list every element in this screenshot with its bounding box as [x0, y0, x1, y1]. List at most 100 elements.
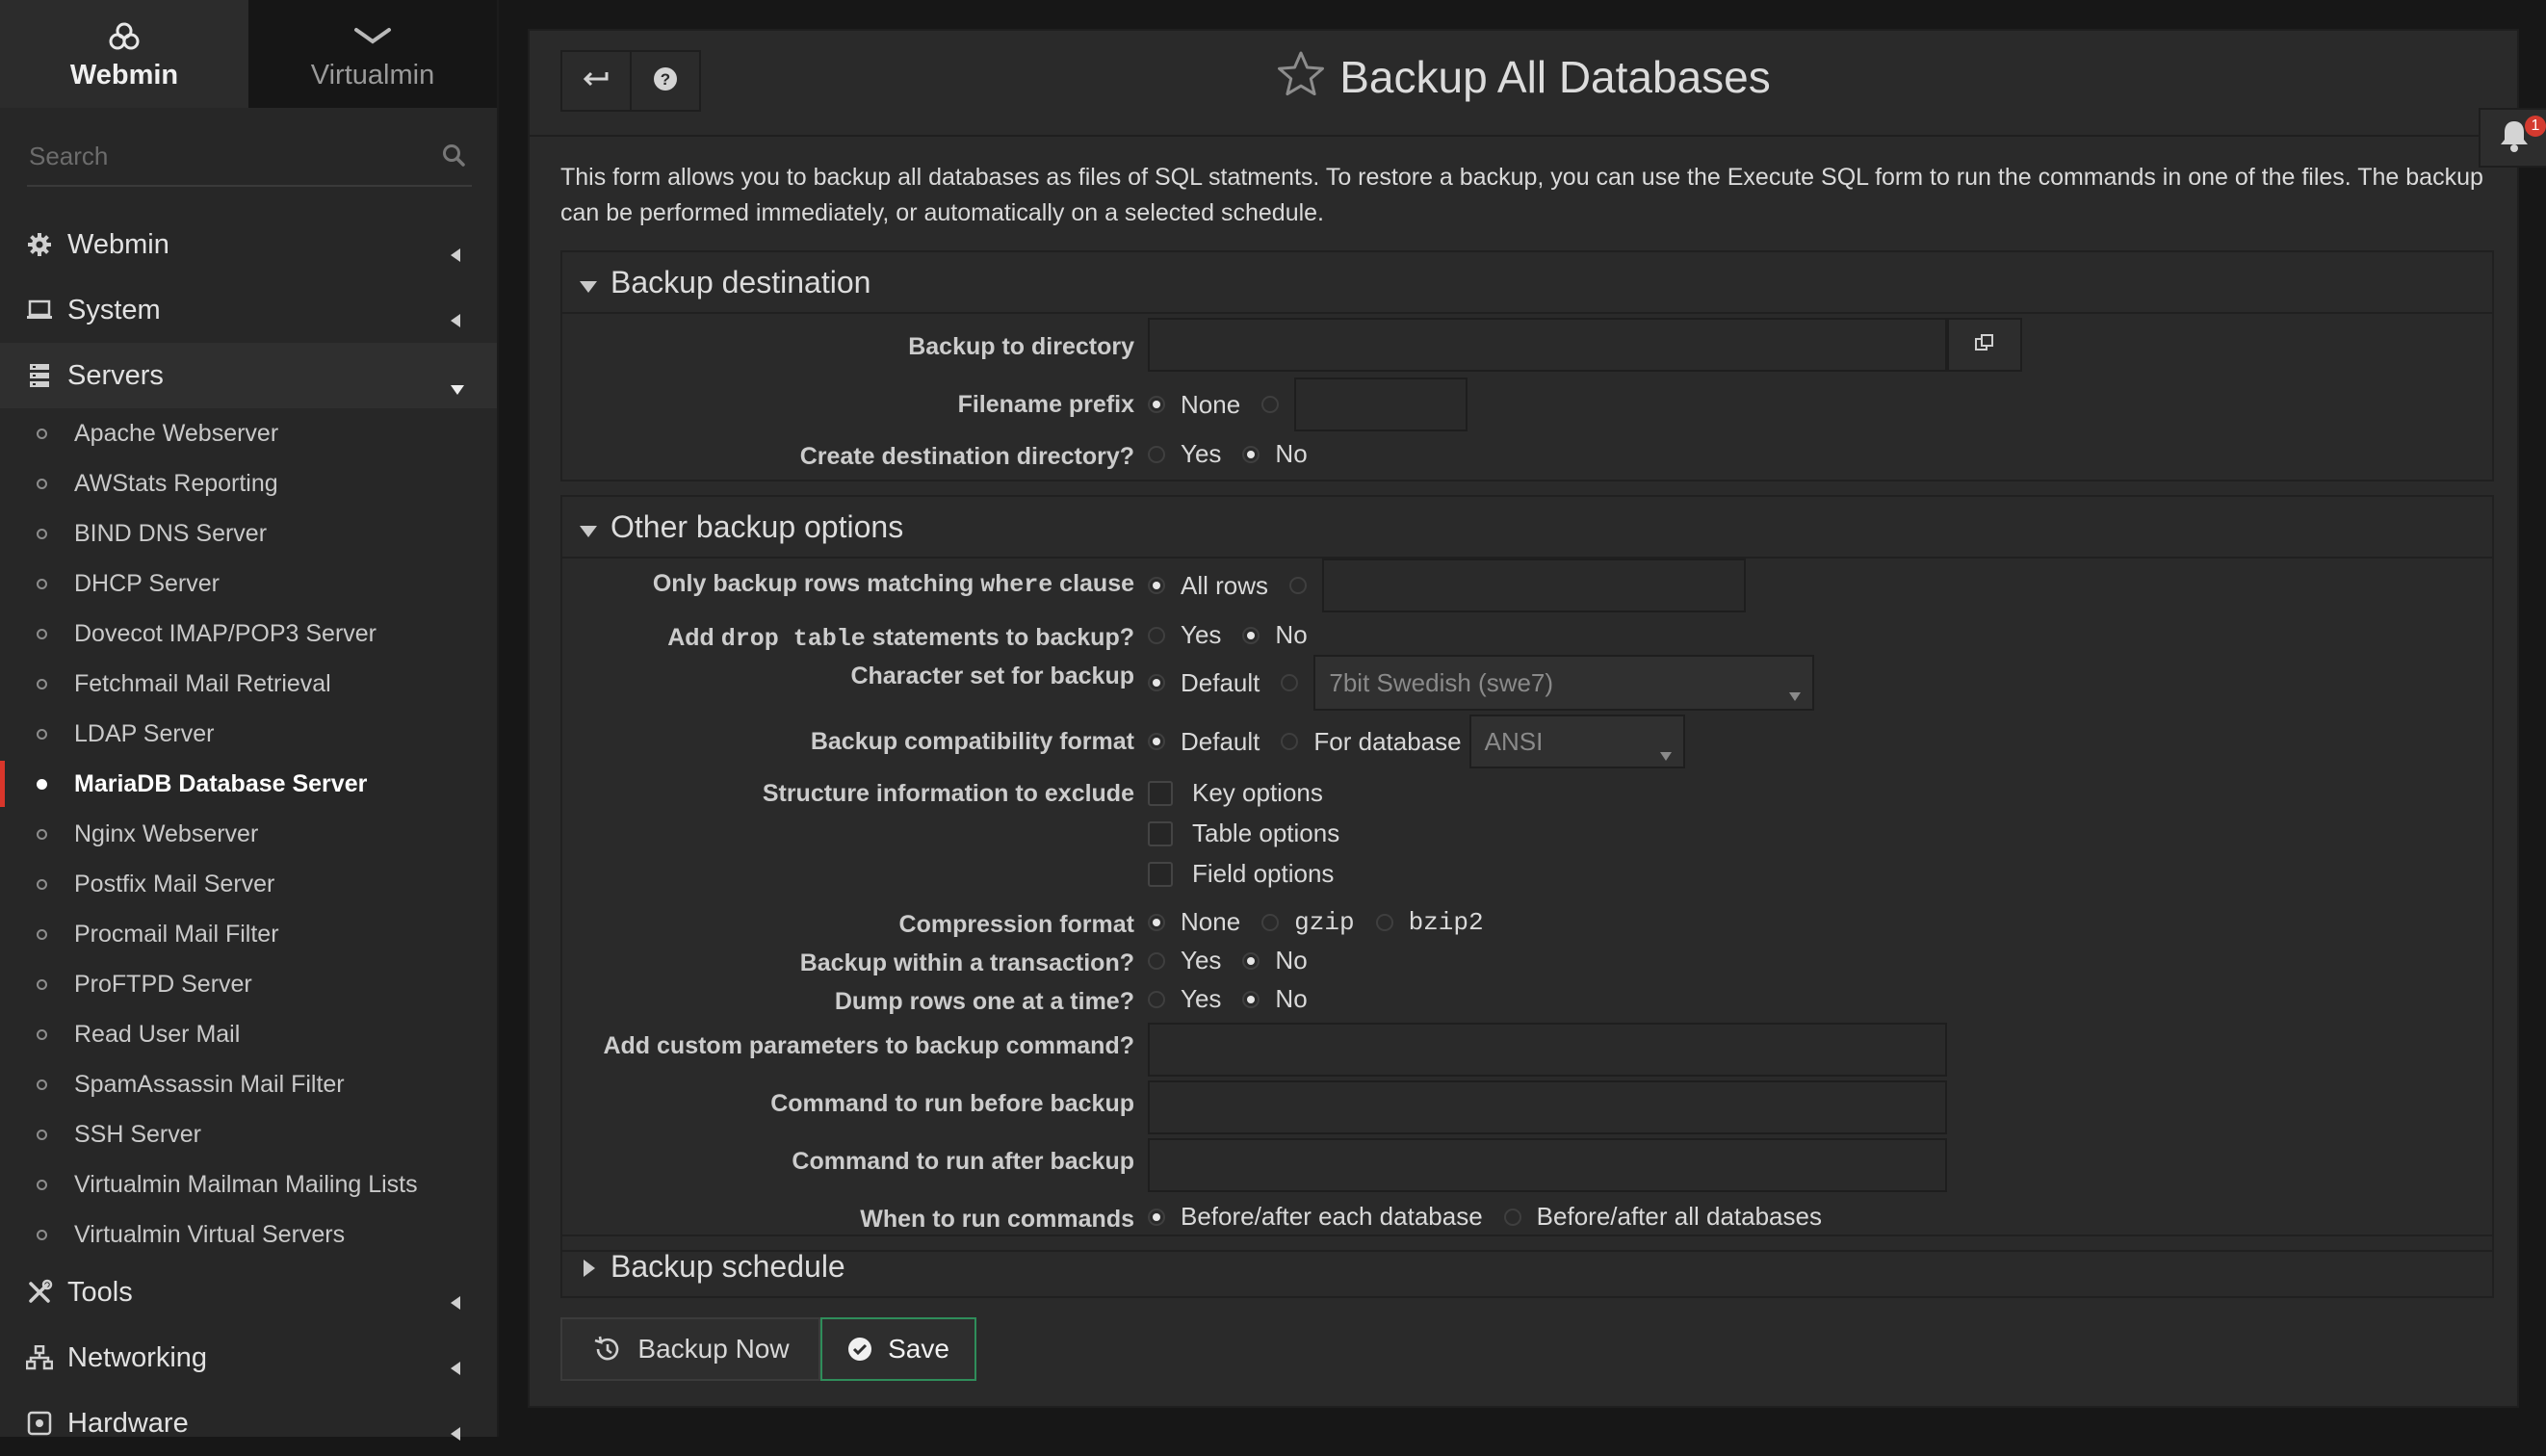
tab-virtualmin-label: Virtualmin	[310, 59, 435, 91]
tab-webmin[interactable]: Webmin	[0, 0, 248, 108]
sidebar-item-server[interactable]: Virtualmin Virtual Servers	[0, 1209, 497, 1260]
when-all-databases-radio[interactable]	[1503, 1208, 1521, 1226]
nav-category-servers[interactable]: Servers	[0, 343, 497, 408]
field-label: Structure information to exclude	[762, 780, 1134, 807]
after-command-input[interactable]	[1148, 1138, 1947, 1192]
sidebar-item-server[interactable]: Fetchmail Mail Retrieval	[0, 659, 497, 709]
caret-left-icon	[451, 1417, 460, 1448]
create-dir-no-radio[interactable]	[1242, 445, 1260, 463]
sidebar-item-server[interactable]: Postfix Mail Server	[0, 859, 497, 909]
nav-category-webmin[interactable]: Webmin	[0, 212, 497, 277]
sidebar-item-server[interactable]: Procmail Mail Filter	[0, 909, 497, 959]
bullet-icon	[37, 1079, 47, 1090]
sidebar-item-label: Virtualmin Mailman Mailing Lists	[74, 1170, 418, 1198]
create-dir-yes-radio[interactable]	[1148, 445, 1165, 463]
sidebar-item-server[interactable]: ProFTPD Server	[0, 959, 497, 1009]
compat-format-select[interactable]: ANSI	[1468, 715, 1685, 768]
notifications-button[interactable]: 1	[2479, 108, 2546, 168]
section-backup-destination: Backup destination Backup to directory F…	[560, 250, 2494, 481]
charset-custom-radio[interactable]	[1281, 674, 1299, 691]
prefix-none-radio[interactable]	[1148, 396, 1165, 413]
where-clause-input[interactable]	[1322, 559, 1747, 612]
sidebar-item-label: Fetchmail Mail Retrieval	[74, 669, 331, 697]
transaction-no-radio[interactable]	[1242, 951, 1260, 970]
sidebar-item-server[interactable]: Virtualmin Mailman Mailing Lists	[0, 1159, 497, 1209]
laptop-icon	[25, 299, 54, 321]
compression-none-radio[interactable]	[1148, 913, 1165, 931]
tab-virtualmin[interactable]: Virtualmin	[248, 0, 497, 108]
field-options-checkbox[interactable]	[1148, 861, 1173, 887]
sidebar-item-server[interactable]: Nginx Webserver	[0, 809, 497, 859]
bullet-icon	[37, 1129, 47, 1140]
caret-left-icon	[451, 303, 460, 335]
sidebar-item-label: AWStats Reporting	[74, 469, 278, 497]
nav-category-networking[interactable]: Networking	[0, 1325, 497, 1391]
radio-label: For database	[1313, 726, 1462, 756]
drop-table-no-radio[interactable]	[1242, 626, 1260, 644]
file-chooser-button[interactable]	[1947, 318, 2022, 372]
select-value: ANSI	[1484, 726, 1544, 756]
nav-category-hardware[interactable]: Hardware	[0, 1391, 497, 1456]
filename-prefix-input[interactable]	[1294, 377, 1468, 431]
dump-rows-no-radio[interactable]	[1242, 990, 1260, 1008]
check-circle-icon	[847, 1337, 872, 1362]
when-each-database-radio[interactable]	[1148, 1208, 1165, 1226]
where-all-rows-radio[interactable]	[1148, 577, 1165, 594]
tab-webmin-label: Webmin	[69, 59, 179, 91]
backup-now-button[interactable]: Backup Now	[560, 1317, 820, 1381]
radio-label: No	[1275, 620, 1308, 649]
favorite-star-icon[interactable]	[1276, 50, 1326, 103]
form-actions: Backup Now Save	[560, 1317, 976, 1381]
sidebar-item-server[interactable]: LDAP Server	[0, 709, 497, 759]
sidebar-item-label: MariaDB Database Server	[74, 769, 368, 797]
dump-rows-yes-radio[interactable]	[1148, 990, 1165, 1008]
bullet-icon	[37, 928, 47, 940]
prefix-custom-radio[interactable]	[1261, 396, 1280, 413]
charset-default-radio[interactable]	[1148, 674, 1165, 691]
sidebar-item-server[interactable]: AWStats Reporting	[0, 458, 497, 508]
compat-default-radio[interactable]	[1148, 733, 1165, 750]
sidebar-item-server[interactable]: Read User Mail	[0, 1009, 497, 1059]
key-options-checkbox[interactable]	[1148, 780, 1173, 806]
sidebar-item-server[interactable]: BIND DNS Server	[0, 508, 497, 559]
where-clause-radio[interactable]	[1289, 577, 1308, 594]
search-icon[interactable]	[441, 143, 466, 172]
sidebar-item-server[interactable]: Apache Webserver	[0, 408, 497, 458]
sidebar-item-server[interactable]: SSH Server	[0, 1109, 497, 1159]
compression-bzip2-radio[interactable]	[1375, 913, 1393, 931]
field-label: Command to run after backup	[792, 1148, 1134, 1175]
gear-icon	[25, 232, 54, 257]
sidebar-item-label: SpamAssassin Mail Filter	[74, 1070, 345, 1098]
search-input[interactable]	[27, 129, 472, 183]
bullet-icon	[37, 978, 47, 990]
bullet-icon	[37, 428, 47, 439]
backup-directory-input[interactable]	[1148, 318, 1947, 372]
sidebar-item-server[interactable]: DHCP Server	[0, 559, 497, 609]
nav-category-system[interactable]: System	[0, 277, 497, 343]
sidebar-item-label: Nginx Webserver	[74, 819, 259, 847]
before-command-input[interactable]	[1148, 1080, 1947, 1134]
section-header[interactable]: Other backup options	[562, 497, 2492, 559]
compat-database-radio[interactable]	[1281, 733, 1299, 750]
field-label: Add drop table statements to backup?	[667, 624, 1134, 653]
sidebar-item-server[interactable]: Dovecot IMAP/POP3 Server	[0, 609, 497, 659]
bullet-icon	[37, 778, 47, 790]
save-button[interactable]: Save	[820, 1317, 976, 1381]
page-title: Backup All Databases	[1339, 51, 1771, 102]
section-title: Backup schedule	[611, 1248, 845, 1284]
drop-table-yes-radio[interactable]	[1148, 626, 1165, 644]
table-options-checkbox[interactable]	[1148, 820, 1173, 846]
bullet-icon	[37, 728, 47, 740]
charset-select[interactable]: 7bit Swedish (swe7)	[1313, 655, 1815, 711]
sidebar-item-server[interactable]: MariaDB Database Server	[0, 759, 497, 809]
section-header[interactable]: Backup schedule	[562, 1236, 2492, 1296]
bullet-icon	[37, 528, 47, 539]
sidebar-item-server[interactable]: SpamAssassin Mail Filter	[0, 1059, 497, 1109]
section-header[interactable]: Backup destination	[562, 252, 2492, 314]
compression-gzip-radio[interactable]	[1261, 913, 1280, 931]
nav-category-tools[interactable]: Tools	[0, 1260, 497, 1325]
transaction-yes-radio[interactable]	[1148, 951, 1165, 970]
triangle-down-icon	[580, 265, 597, 300]
custom-params-input[interactable]	[1148, 1023, 1947, 1077]
triangle-down-icon	[580, 509, 597, 545]
